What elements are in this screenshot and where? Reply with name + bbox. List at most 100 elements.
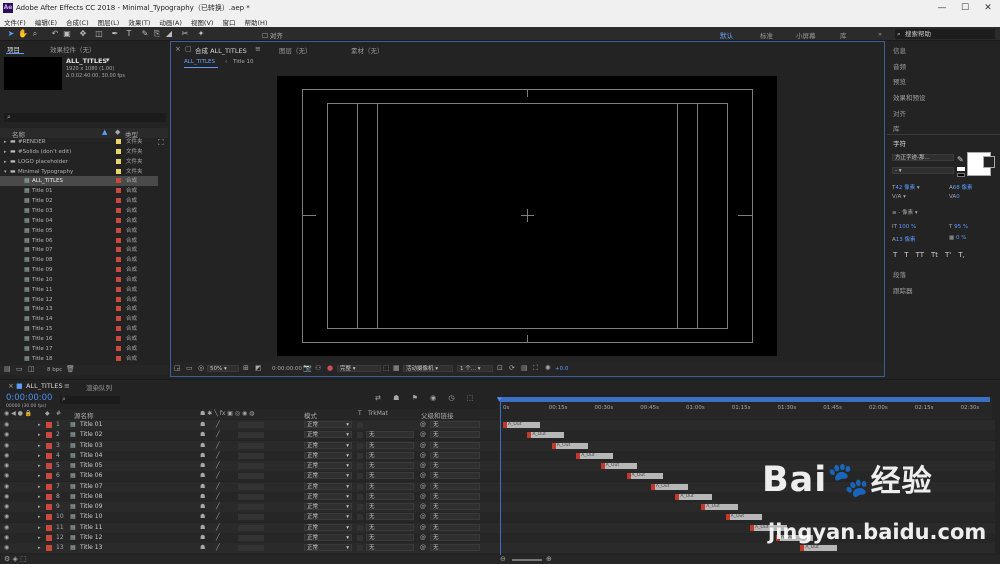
- exposure-value[interactable]: +0.0: [555, 366, 568, 372]
- type-style-button-5[interactable]: T,: [958, 251, 965, 259]
- trkmat-dropdown[interactable]: 无: [366, 441, 414, 449]
- type-style-button-1[interactable]: T: [904, 251, 908, 259]
- project-comp-row[interactable]: ▦ Title 14 合成: [0, 314, 158, 324]
- trkmat-dropdown[interactable]: 无: [366, 431, 414, 439]
- work-area-bar[interactable]: [500, 397, 990, 402]
- horizontal-scale-field[interactable]: T 95 %: [949, 224, 968, 230]
- trkmat-dropdown[interactable]: 无: [366, 523, 414, 531]
- panel-preview[interactable]: 预览: [893, 76, 906, 86]
- panel-menu-icon[interactable]: ≡: [64, 382, 70, 390]
- quality-switch-icon[interactable]: ╱: [216, 430, 220, 440]
- parent-dropdown[interactable]: 无: [430, 431, 480, 439]
- camera-dropdown[interactable]: 活动摄像机 ▾: [403, 365, 453, 372]
- current-time[interactable]: 0:00:00:00: [6, 393, 52, 403]
- workspace-standard[interactable]: 标准: [760, 30, 773, 40]
- label-color-swatch[interactable]: [116, 198, 121, 204]
- label-color-swatch[interactable]: [116, 139, 121, 144]
- type-style-button-2[interactable]: TT: [916, 251, 924, 259]
- flowchart-icon[interactable]: ⛶: [158, 138, 164, 148]
- close-tab-icon[interactable]: ×: [8, 382, 14, 390]
- help-search-input[interactable]: ⌕ 搜索帮助: [895, 29, 995, 39]
- pick-whip-icon[interactable]: @: [420, 441, 426, 451]
- blend-mode-dropdown[interactable]: 正常 ▾: [304, 544, 352, 551]
- workspace-small-screen[interactable]: 小屏幕: [796, 30, 816, 40]
- project-folder-row[interactable]: ▸ ▬ LOGO placeholder 文件夹: [0, 157, 158, 167]
- switch-boxes[interactable]: [238, 524, 264, 531]
- pick-whip-icon[interactable]: @: [420, 533, 426, 543]
- panel-effects-presets[interactable]: 效果和预设: [893, 92, 926, 102]
- breadcrumb-title-10[interactable]: Title 10: [233, 59, 254, 65]
- minimize-icon[interactable]: —: [934, 2, 950, 14]
- label-color-swatch[interactable]: [116, 158, 121, 164]
- parent-dropdown[interactable]: 无: [430, 533, 480, 541]
- twirl-arrow-icon[interactable]: ▸: [38, 502, 41, 512]
- monitor-icon[interactable]: ▭: [186, 364, 193, 372]
- panel-info[interactable]: 信息: [893, 45, 906, 55]
- visibility-eye-icon[interactable]: ◉: [4, 492, 9, 502]
- shy-switch-icon[interactable]: ☗: [200, 523, 205, 533]
- menu-item-4[interactable]: 效果(T): [128, 17, 150, 27]
- quality-switch-icon[interactable]: ╱: [216, 461, 220, 471]
- shy-switch-icon[interactable]: ☗: [200, 512, 205, 522]
- twirl-arrow-icon[interactable]: ▸: [38, 461, 41, 471]
- layer-duration-bar[interactable]: A_Out: [527, 432, 564, 439]
- pick-whip-icon[interactable]: @: [420, 461, 426, 471]
- layer-name[interactable]: Title 08: [80, 492, 102, 502]
- project-comp-row[interactable]: ▦ Title 11 合成: [0, 285, 158, 295]
- brush-tool-icon[interactable]: ✎: [140, 29, 150, 39]
- menu-item-0[interactable]: 文件(F): [4, 17, 26, 27]
- trkmat-dropdown[interactable]: 无: [366, 544, 414, 551]
- layer-name[interactable]: Title 11: [80, 523, 102, 533]
- type-style-button-0[interactable]: T: [893, 251, 897, 259]
- layer-name[interactable]: Title 12: [80, 533, 102, 543]
- blend-mode-dropdown[interactable]: 正常 ▾: [304, 472, 352, 480]
- layer-label-color[interactable]: [46, 463, 52, 469]
- project-comp-row[interactable]: ▦ Title 02 合成: [0, 196, 158, 206]
- label-color-swatch[interactable]: [116, 168, 121, 174]
- layer-row[interactable]: ◉ ▸ 13 ▦ Title 13 ☗ ╱ 正常 ▾ 无 @ 无 A_Out: [0, 543, 995, 554]
- menu-item-5[interactable]: 动画(A): [159, 17, 182, 27]
- transparency-grid-icon[interactable]: ▦: [393, 364, 400, 372]
- twirl-arrow-icon[interactable]: ▸: [38, 543, 41, 553]
- preserve-transparency-box[interactable]: [357, 422, 363, 428]
- white-swatch[interactable]: [957, 167, 965, 171]
- baseline-shift-field[interactable]: A13 像素: [892, 235, 916, 243]
- visibility-eye-icon[interactable]: ◉: [4, 502, 9, 512]
- panel-paragraph[interactable]: 段落: [893, 269, 906, 279]
- trkmat-dropdown[interactable]: 无: [366, 503, 414, 510]
- preserve-transparency-box[interactable]: [357, 524, 363, 531]
- close-tab-icon[interactable]: ×: [175, 45, 181, 53]
- twirl-arrow-icon[interactable]: ▸: [38, 441, 41, 451]
- twirl-arrow-icon[interactable]: ▸: [38, 430, 41, 440]
- twirl-arrow-icon[interactable]: ▸: [38, 533, 41, 543]
- switch-boxes[interactable]: [238, 442, 264, 449]
- label-color-swatch[interactable]: [116, 178, 121, 184]
- layer-name[interactable]: Title 10: [80, 512, 102, 522]
- layer-duration-bar[interactable]: A_Out: [725, 514, 763, 521]
- shy-switch-icon[interactable]: ☗: [200, 430, 205, 440]
- col-trkmat[interactable]: TrkMat: [368, 410, 388, 417]
- label-tag-icon[interactable]: ◆: [115, 128, 120, 136]
- visibility-eye-icon[interactable]: ◉: [4, 543, 9, 553]
- menu-item-7[interactable]: 窗口: [222, 17, 235, 27]
- parent-dropdown[interactable]: 无: [430, 482, 480, 490]
- label-color-swatch[interactable]: [116, 188, 121, 194]
- parent-dropdown[interactable]: 无: [430, 421, 480, 428]
- layer-name[interactable]: Title 09: [80, 502, 102, 512]
- color-channel-icon[interactable]: ●: [327, 364, 333, 372]
- font-style-dropdown[interactable]: - ▾: [892, 167, 954, 174]
- twirl-arrow-icon[interactable]: ▸: [38, 482, 41, 492]
- panel-align[interactable]: 对齐: [893, 108, 906, 118]
- quality-switch-icon[interactable]: ╱: [216, 502, 220, 512]
- zoom-tool-icon[interactable]: ⌕: [30, 29, 40, 39]
- bpc-label[interactable]: 8 bpc: [47, 367, 62, 373]
- exposure-reset-icon[interactable]: ✺: [545, 364, 551, 372]
- playhead-line[interactable]: [500, 402, 501, 557]
- project-comp-row[interactable]: ▦ Title 08 合成: [0, 255, 158, 265]
- zoom-out-icon[interactable]: ⊖: [500, 555, 506, 563]
- quality-switch-icon[interactable]: ╱: [216, 420, 220, 430]
- toggle-pixel-icon[interactable]: ⊡: [497, 364, 503, 372]
- workspace-default[interactable]: 默认: [720, 30, 733, 40]
- vertical-scale-field[interactable]: IT 100 %: [892, 224, 916, 230]
- pick-whip-icon[interactable]: @: [420, 471, 426, 481]
